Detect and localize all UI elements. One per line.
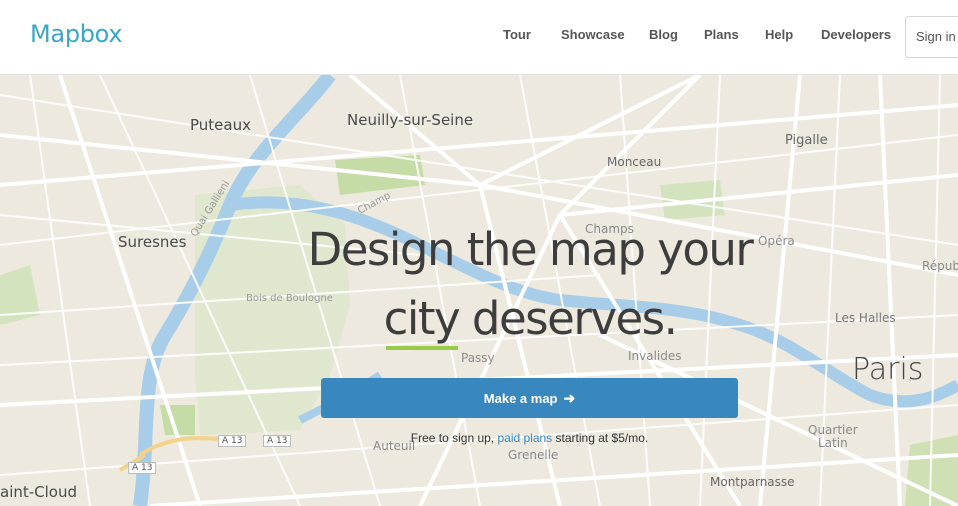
place-puteaux: Puteaux	[190, 116, 251, 134]
highway-shield: A 13	[263, 435, 292, 447]
place-neuilly: Neuilly-sur-Seine	[347, 111, 474, 129]
headline-underline	[386, 346, 458, 350]
nav-showcase[interactable]: Showcase	[561, 27, 625, 42]
nav-plans[interactable]: Plans	[704, 27, 739, 42]
hero-headline-line1: Design the map your	[307, 223, 754, 276]
nav-help[interactable]: Help	[765, 27, 793, 42]
nav-developers[interactable]: Developers	[821, 27, 891, 42]
site-header: Mapbox Tour Showcase Blog Plans Help Dev…	[0, 0, 958, 75]
signup-note: Free to sign up, paid plans starting at …	[321, 431, 738, 445]
nav-tour[interactable]: Tour	[503, 27, 531, 42]
make-a-map-button[interactable]: Make a map ➜	[321, 378, 738, 418]
highway-shield: A 13	[128, 462, 157, 474]
signup-prefix: Free to sign up,	[410, 431, 498, 445]
place-invalides: Invalides	[628, 349, 682, 363]
place-latin: Latin	[818, 436, 848, 450]
sign-in-button[interactable]: Sign in	[905, 16, 958, 58]
place-paris: Paris	[852, 352, 924, 387]
arrow-right-icon: ➜	[563, 390, 576, 406]
place-montparnasse: Montparnasse	[710, 475, 795, 489]
signup-suffix: starting at $5/mo.	[552, 431, 649, 445]
place-grenelle: Grenelle	[508, 448, 559, 462]
place-quartier: Quartier	[808, 423, 858, 437]
hero-headline-line2: city deserves.	[383, 292, 678, 345]
place-passy: Passy	[461, 351, 495, 365]
nav-blog[interactable]: Blog	[649, 27, 678, 42]
make-a-map-label: Make a map	[483, 391, 558, 406]
highway-shield: A 13	[218, 435, 247, 447]
place-monceau: Monceau	[607, 155, 662, 169]
mapbox-logo[interactable]: Mapbox	[30, 20, 123, 48]
place-saint-cloud: aint-Cloud	[0, 483, 78, 501]
paid-plans-link[interactable]: paid plans	[497, 431, 552, 445]
place-pigalle: Pigalle	[785, 133, 828, 148]
